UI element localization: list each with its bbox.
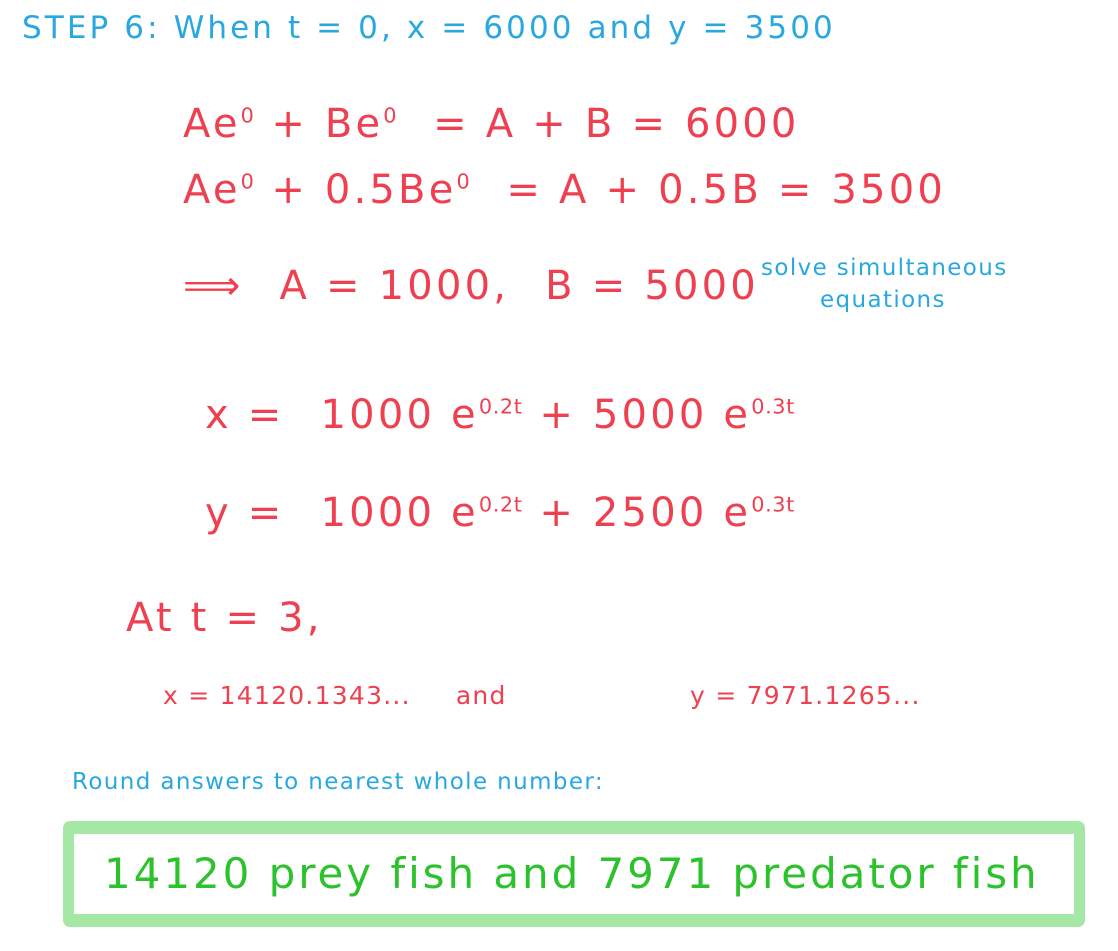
equation-x-model: x = 1000 e0.2t +5000 e0.3t	[205, 394, 795, 436]
equation-half-term2-exponent: 0	[456, 169, 471, 194]
step-header-text: STEP 6: When t = 0, x = 6000 and y = 350…	[22, 10, 836, 46]
equation-half-term2: 0.5Be	[324, 167, 457, 213]
equation-half-plus: +	[271, 167, 309, 213]
equation-half-term1: Ae	[183, 167, 241, 213]
equation-half-rhs: 3500	[831, 167, 947, 213]
equation-sum-term2-exponent: 0	[383, 103, 398, 128]
equation-sum-rhs: 6000	[684, 101, 800, 147]
evaluation-x-result: x = 14120.1343...	[163, 681, 411, 710]
final-answer-text: 14120 prey fish and 7971 predator fish	[104, 848, 1040, 898]
equation-x-plus: +	[539, 392, 577, 438]
equation-sum-term1: Ae	[183, 101, 241, 147]
final-answer-box: 14120 prey fish and 7971 predator fish	[63, 821, 1085, 927]
worksheet-page: STEP 6: When t = 0, x = 6000 and y = 350…	[0, 0, 1118, 951]
evaluation-conjunction: and	[455, 681, 507, 710]
equation-half: Ae0 +0.5Be0 = A + 0.5B = 3500	[183, 170, 946, 210]
equation-sum-plus: +	[271, 101, 309, 147]
equation-y-plus: +	[539, 490, 577, 536]
final-answer-box-inner: 14120 prey fish and 7971 predator fish	[74, 834, 1074, 914]
implies-arrow-icon: ⟹	[183, 263, 244, 309]
equation-x-lhs: x =	[205, 392, 285, 438]
annotation-solve-line2: equations	[820, 287, 946, 313]
equation-x-exponent1: 0.2t	[478, 394, 523, 419]
solution-b-value: B = 5000	[545, 263, 759, 309]
annotation-rounding-instruction: Round answers to nearest whole number:	[72, 769, 604, 795]
equation-sum: Ae0 + Be0 = A + B = 6000	[183, 104, 800, 144]
evaluation-y-result: y = 7971.1265...	[690, 681, 921, 710]
equation-y-coef2: 2500 e	[592, 490, 752, 536]
evaluation-at-label: At t = 3,	[126, 595, 323, 641]
equation-sum-term1-exponent: 0	[240, 103, 255, 128]
equation-y-exponent2: 0.3t	[751, 492, 795, 517]
equation-y-exponent1: 0.2t	[478, 492, 523, 517]
equation-sum-term2: Be	[324, 101, 384, 147]
equation-x-coef2: 5000 e	[592, 392, 752, 438]
equation-half-middle: = A + 0.5B =	[506, 167, 815, 213]
equation-x-exponent2: 0.3t	[751, 394, 795, 419]
equation-half-term1-exponent: 0	[240, 169, 255, 194]
equation-y-coef1: 1000 e	[320, 490, 479, 536]
equation-y-lhs: y =	[205, 490, 285, 536]
solution-a-value: A = 1000,	[279, 263, 510, 309]
equation-x-coef1: 1000 e	[320, 392, 479, 438]
equation-solution: ⟹ A = 1000, B = 5000	[183, 265, 759, 307]
evaluation-x-result-line: x = 14120.1343... and	[163, 681, 507, 710]
annotation-solve-line1: solve simultaneous	[761, 255, 1008, 281]
equation-y-model: y = 1000 e0.2t +2500 e0.3t	[205, 492, 795, 534]
equation-sum-middle: = A + B =	[433, 101, 669, 147]
